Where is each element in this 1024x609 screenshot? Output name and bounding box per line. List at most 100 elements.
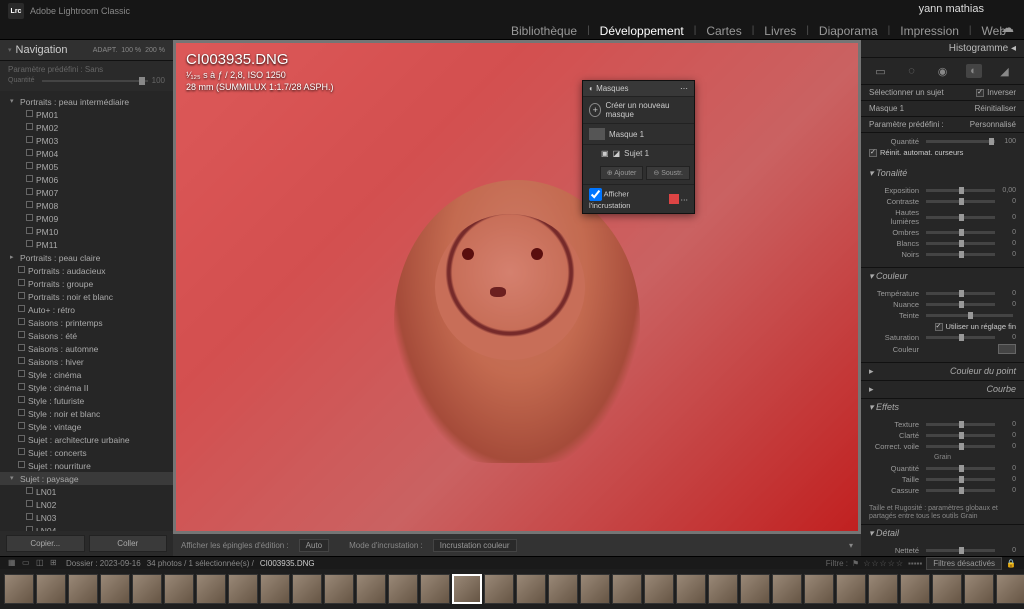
cla-slider[interactable]: [926, 434, 995, 437]
hue-slider[interactable]: [926, 314, 1013, 317]
tint-slider[interactable]: [926, 303, 995, 306]
filmstrip-thumb[interactable]: [388, 574, 418, 604]
tree-item[interactable]: Sujet : concerts: [0, 446, 173, 459]
filmstrip-thumb[interactable]: [132, 574, 162, 604]
sharp-slider[interactable]: [926, 549, 995, 552]
filmstrip-thumb[interactable]: [772, 574, 802, 604]
filmstrip-thumb[interactable]: [836, 574, 866, 604]
filmstrip[interactable]: [0, 569, 1024, 609]
masks-panel[interactable]: ◐ Masques ⋯ + Créer un nouveau masque Ma…: [582, 80, 695, 214]
module-library[interactable]: Bibliothèque: [505, 24, 583, 38]
tree-leaf[interactable]: PM04: [0, 147, 173, 160]
quantity-slider[interactable]: [42, 80, 148, 82]
deh-slider[interactable]: [926, 445, 995, 448]
auto-sliders-checkbox[interactable]: [869, 149, 877, 157]
filmstrip-thumb[interactable]: [196, 574, 226, 604]
tree-leaf[interactable]: PM03: [0, 134, 173, 147]
redeye-tool-icon[interactable]: ◉: [935, 64, 951, 78]
sec-detail-head[interactable]: Détail: [876, 528, 899, 538]
con-slider[interactable]: [926, 200, 995, 203]
tree-leaf[interactable]: PM06: [0, 173, 173, 186]
overlay-mode-select[interactable]: Incrustation couleur: [433, 539, 517, 552]
nav-header[interactable]: ▾ Navigation ADAPT. 100 % 200 %: [0, 40, 173, 61]
subtract-mask-button[interactable]: ⊖ Soustr.: [646, 166, 690, 180]
exp-slider[interactable]: [926, 189, 995, 192]
paste-button[interactable]: Coller: [89, 535, 168, 552]
filmstrip-thumb[interactable]: [644, 574, 674, 604]
hl-slider[interactable]: [926, 216, 995, 219]
filmstrip-thumb[interactable]: [804, 574, 834, 604]
filmstrip-thumb[interactable]: [868, 574, 898, 604]
survey-icon[interactable]: ⊞: [50, 558, 60, 568]
flag-icon[interactable]: ⚑: [852, 559, 859, 568]
tree-leaf[interactable]: LN04: [0, 524, 173, 531]
tree-item[interactable]: Saisons : printemps: [0, 316, 173, 329]
overlay-color-swatch[interactable]: [669, 194, 679, 204]
sec-color-head[interactable]: Couleur: [876, 271, 908, 281]
overlay-menu-icon[interactable]: ⋯: [681, 195, 689, 204]
grain-size-slider[interactable]: [926, 478, 995, 481]
filmstrip-thumb[interactable]: [740, 574, 770, 604]
filmstrip-thumb[interactable]: [164, 574, 194, 604]
fine-checkbox[interactable]: [935, 323, 943, 331]
zoom-200[interactable]: 200 %: [145, 47, 165, 54]
filmstrip-thumb[interactable]: [516, 574, 546, 604]
tree-leaf[interactable]: PM02: [0, 121, 173, 134]
overlay-checkbox[interactable]: [589, 188, 602, 201]
filter-preset-select[interactable]: Filtres désactivés: [926, 557, 1002, 570]
grid-icon[interactable]: ▦: [8, 558, 18, 568]
add-mask-button[interactable]: ⊕ Ajouter: [600, 166, 644, 180]
tree-leaf[interactable]: PM10: [0, 225, 173, 238]
module-slideshow[interactable]: Diaporama: [813, 24, 884, 38]
tree-item[interactable]: Sujet : paysage: [0, 472, 173, 485]
tree-item[interactable]: Saisons : automne: [0, 342, 173, 355]
filmstrip-thumb[interactable]: [932, 574, 962, 604]
histogram-header[interactable]: Histogramme ◂: [861, 40, 1024, 58]
tree-leaf[interactable]: PM08: [0, 199, 173, 212]
filmstrip-thumb[interactable]: [68, 574, 98, 604]
tree-item[interactable]: Style : noir et blanc: [0, 407, 173, 420]
tree-item[interactable]: Portraits : audacieux: [0, 264, 173, 277]
tree-item[interactable]: Portraits : noir et blanc: [0, 290, 173, 303]
invert-checkbox[interactable]: [976, 89, 984, 97]
sec-point-head[interactable]: Couleur du point: [861, 363, 1024, 380]
filter-lock-icon[interactable]: 🔒: [1006, 559, 1016, 568]
filmstrip-thumb[interactable]: [4, 574, 34, 604]
tree-leaf[interactable]: LN01: [0, 485, 173, 498]
photo-canvas[interactable]: CI003935.DNG ¹⁄₁₂₅ s à ƒ / 2,8, ISO 1250…: [176, 43, 858, 531]
filmstrip-thumb[interactable]: [612, 574, 642, 604]
mask-tool-icon[interactable]: ◐: [966, 64, 982, 78]
grain-amt-slider[interactable]: [926, 467, 995, 470]
tree-item[interactable]: Sujet : nourriture: [0, 459, 173, 472]
sec-curve-head[interactable]: Courbe: [861, 381, 1024, 398]
done-chevron-icon[interactable]: ▾: [849, 541, 853, 550]
color-labels[interactable]: ▪▪▪▪▪: [908, 559, 922, 568]
sh-slider[interactable]: [926, 231, 995, 234]
temp-slider[interactable]: [926, 292, 995, 295]
image-viewport[interactable]: CI003935.DNG ¹⁄₁₂₅ s à ƒ / 2,8, ISO 1250…: [173, 40, 861, 556]
module-develop[interactable]: Développement: [594, 24, 690, 38]
bl-slider[interactable]: [926, 253, 995, 256]
sat-slider[interactable]: [926, 336, 995, 339]
qty-slider[interactable]: [926, 140, 995, 143]
tree-leaf[interactable]: PM11: [0, 238, 173, 251]
module-map[interactable]: Cartes: [700, 24, 747, 38]
color-swatch-icon[interactable]: [998, 344, 1016, 354]
filmstrip-thumb[interactable]: [900, 574, 930, 604]
mask-reset-link[interactable]: Réinitialiser: [975, 104, 1016, 113]
grain-rough-slider[interactable]: [926, 489, 995, 492]
tree-item[interactable]: Style : cinéma: [0, 368, 173, 381]
masks-menu-icon[interactable]: ⋯: [680, 84, 688, 93]
tree-leaf[interactable]: LN02: [0, 498, 173, 511]
tree-item[interactable]: Auto+ : rétro: [0, 303, 173, 316]
pins-select[interactable]: Auto: [299, 539, 329, 552]
tree-item[interactable]: Portraits : peau intermédiaire: [0, 95, 173, 108]
filmstrip-thumb[interactable]: [260, 574, 290, 604]
fit-mode[interactable]: ADAPT.: [93, 47, 118, 54]
filmstrip-thumb[interactable]: [356, 574, 386, 604]
module-print[interactable]: Impression: [894, 24, 965, 38]
tree-item[interactable]: Saisons : été: [0, 329, 173, 342]
filmstrip-thumb[interactable]: [228, 574, 258, 604]
filmstrip-thumb[interactable]: [484, 574, 514, 604]
tree-item[interactable]: Portraits : groupe: [0, 277, 173, 290]
